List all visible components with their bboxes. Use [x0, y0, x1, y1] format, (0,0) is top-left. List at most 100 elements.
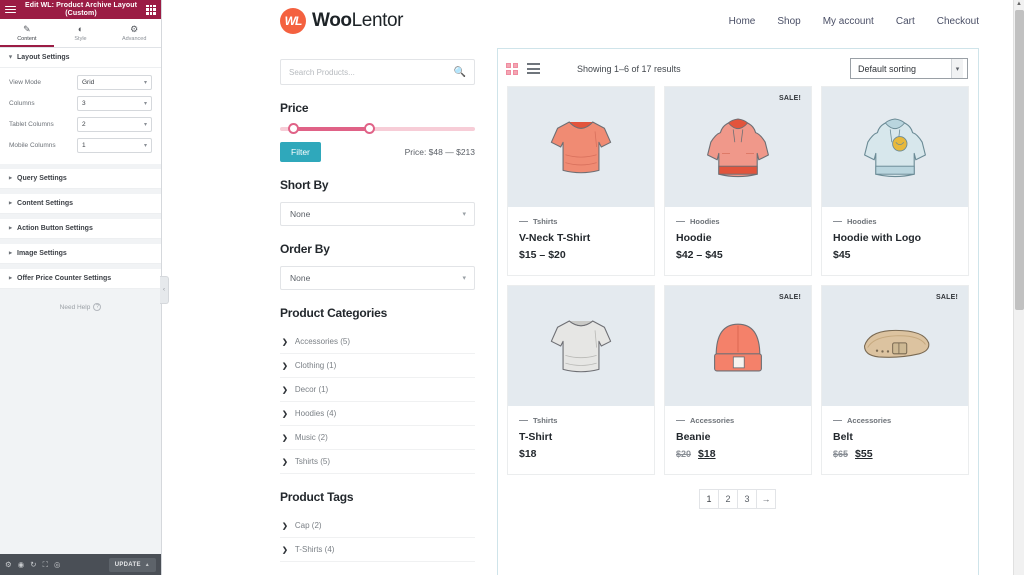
product-card[interactable]: Tshirts V-Neck T-Shirt $15 – $20 [507, 86, 655, 276]
columns-select[interactable]: 3 ▾ [77, 96, 152, 111]
search-input[interactable]: Search Products... [289, 68, 448, 77]
chevron-up-icon[interactable]: ▲ [1014, 1, 1024, 7]
product-image-belt[interactable]: SALE! [822, 286, 968, 406]
list-item[interactable]: ❯ Music (2) [280, 426, 475, 450]
tab-advanced-label: Advanced [121, 35, 147, 42]
product-card[interactable]: Tshirts T-Shirt $18 [507, 285, 655, 475]
list-view-icon[interactable] [527, 63, 540, 74]
product-title[interactable]: V-Neck T-Shirt [519, 232, 643, 244]
need-help-link[interactable]: Need Help ? [0, 289, 161, 325]
dash-icon [833, 220, 842, 223]
preview-icon[interactable]: ◎ [54, 560, 61, 569]
vneck-tshirt-illustration [550, 121, 612, 174]
search-products[interactable]: Search Products... 🔍 [280, 59, 475, 85]
nav-item-cart[interactable]: Cart [896, 16, 915, 27]
section-content-settings[interactable]: ▸ Content Settings [0, 194, 161, 214]
settings-icon[interactable]: ⚙ [5, 560, 12, 569]
product-title[interactable]: Hoodie [676, 232, 800, 244]
page-3[interactable]: 3 [737, 489, 757, 509]
nav-item-home[interactable]: Home [729, 16, 756, 27]
search-icon[interactable]: 🔍 [454, 67, 466, 78]
list-item[interactable]: ❯ T-Shirts (4) [280, 538, 475, 562]
list-item[interactable]: ❯ Cap (2) [280, 514, 475, 538]
price-slider-handle-max[interactable] [363, 123, 375, 134]
product-card[interactable]: SALE! Hoodies Hoodie $42 – $45 [664, 86, 812, 276]
site-logo[interactable]: WL WooLentor [280, 8, 403, 34]
hamburger-icon[interactable] [5, 5, 16, 14]
product-category[interactable]: Tshirts [519, 416, 643, 425]
chevron-right-icon: ❯ [282, 522, 288, 530]
price-slider-handle-min[interactable] [287, 123, 299, 134]
product-category[interactable]: Hoodies [833, 217, 957, 226]
product-category-label: Tshirts [533, 217, 558, 226]
tablet-columns-select[interactable]: 2 ▾ [77, 117, 152, 132]
product-image-beanie[interactable]: SALE! [665, 286, 811, 406]
globe-icon[interactable]: ◉ [18, 560, 25, 569]
list-item[interactable]: ❯ Tshirts (5) [280, 450, 475, 474]
filter-button[interactable]: Filter [280, 142, 321, 162]
price-range-slider[interactable] [280, 123, 475, 134]
product-card[interactable]: SALE! Accessories Belt $65 $55 [821, 285, 969, 475]
short-by-select[interactable]: None ▾ [280, 202, 475, 226]
grid-dots-icon[interactable] [146, 4, 156, 15]
product-card[interactable]: SALE! Accessories Beanie $20 $18 [664, 285, 812, 475]
section-query-settings[interactable]: ▸ Query Settings [0, 169, 161, 189]
nav-item-shop[interactable]: Shop [777, 16, 800, 27]
order-by-select[interactable]: None ▾ [280, 266, 475, 290]
tab-style[interactable]: ◐ Style [54, 19, 108, 47]
scrollbar-thumb[interactable] [1015, 10, 1024, 310]
product-category[interactable]: Accessories [676, 416, 800, 425]
section-image-settings[interactable]: ▸ Image Settings [0, 244, 161, 264]
nav-item-checkout[interactable]: Checkout [937, 16, 979, 27]
control-mobile-columns-label: Mobile Columns [9, 142, 56, 149]
responsive-icon[interactable]: ⛶ [43, 560, 48, 570]
product-image-vneck[interactable] [508, 87, 654, 207]
view-mode-select[interactable]: Grid ▾ [77, 75, 152, 90]
product-category[interactable]: Accessories [833, 416, 957, 425]
price-value: $15 – $20 [519, 249, 566, 261]
price-value: $42 – $45 [676, 249, 723, 261]
page-next[interactable]: → [756, 489, 776, 509]
mobile-columns-select[interactable]: 1 ▾ [77, 138, 152, 153]
product-title[interactable]: T-Shirt [519, 431, 643, 443]
grid-view-icon[interactable] [506, 62, 518, 75]
product-card[interactable]: Hoodies Hoodie with Logo $45 [821, 86, 969, 276]
chevron-right-icon: ▸ [9, 275, 13, 282]
product-price: $45 [833, 249, 957, 261]
product-category[interactable]: Hoodies [676, 217, 800, 226]
product-image-tshirt-gray[interactable] [508, 286, 654, 406]
control-tablet-columns-label: Tablet Columns [9, 121, 54, 128]
hoodie-with-logo-illustration [864, 118, 926, 178]
list-item[interactable]: ❯ Accessories (5) [280, 330, 475, 354]
panel-header: Edit WL: Product Archive Layout (Custom) [0, 0, 161, 19]
section-layout-settings[interactable]: ▾ Layout Settings [0, 48, 161, 68]
chevron-right-icon: ❯ [282, 386, 288, 394]
update-button[interactable]: UPDATE ▲ [108, 557, 156, 572]
list-item[interactable]: ❯ Hoodies (4) [280, 402, 475, 426]
tab-advanced[interactable]: ⚙ Advanced [107, 19, 161, 47]
product-title[interactable]: Belt [833, 431, 957, 443]
product-title[interactable]: Beanie [676, 431, 800, 443]
product-image-hoodie-blue[interactable] [822, 87, 968, 207]
logo-bold: Woo [312, 10, 352, 31]
price-range-fill [293, 127, 368, 131]
product-image-hoodie-red[interactable]: SALE! [665, 87, 811, 207]
section-image-settings-label: Image Settings [17, 250, 67, 257]
list-item[interactable]: ❯ Clothing (1) [280, 354, 475, 378]
panel-collapse-handle[interactable]: ‹ [160, 276, 169, 304]
section-action-button-settings[interactable]: ▸ Action Button Settings [0, 219, 161, 239]
hoodie-illustration [707, 118, 769, 178]
page-2[interactable]: 2 [718, 489, 738, 509]
chevron-down-icon: ▾ [143, 143, 147, 149]
category-label: Accessories (5) [294, 337, 350, 346]
section-offer-price-counter-settings[interactable]: ▸ Offer Price Counter Settings [0, 269, 161, 289]
page-1[interactable]: 1 [699, 489, 719, 509]
product-title[interactable]: Hoodie with Logo [833, 232, 957, 244]
product-category[interactable]: Tshirts [519, 217, 643, 226]
nav-item-my-account[interactable]: My account [823, 16, 874, 27]
history-icon[interactable]: ↻ [30, 560, 36, 569]
sorting-select[interactable]: Default sorting ▾ [850, 58, 968, 79]
tab-content[interactable]: ✎ Content [0, 19, 54, 47]
list-item[interactable]: ❯ Decor (1) [280, 378, 475, 402]
page-scrollbar[interactable]: ▲ [1013, 0, 1024, 575]
